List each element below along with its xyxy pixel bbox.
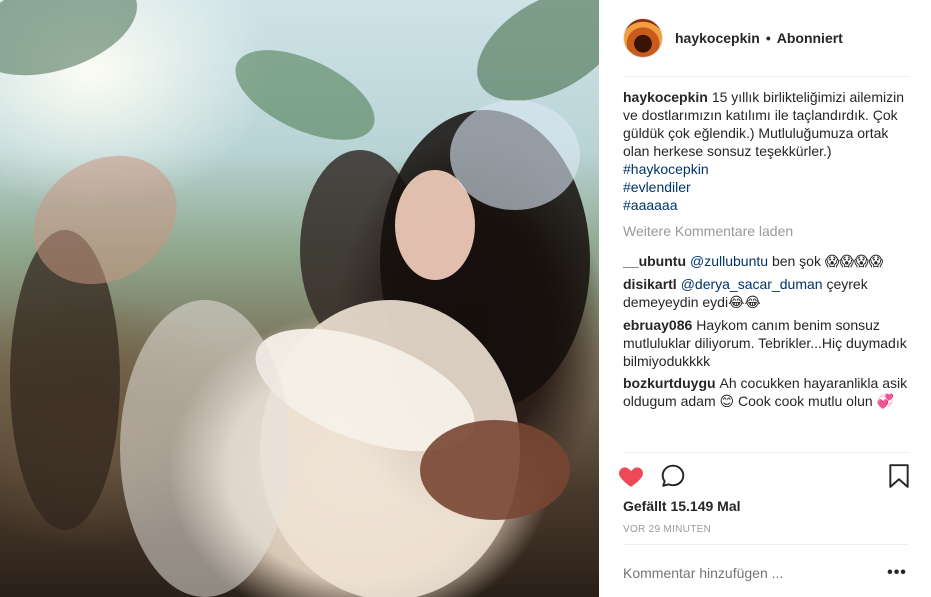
actions-divider bbox=[623, 452, 909, 453]
comment: __ubuntu @zullubuntu ben şok 😱😱😱😱 bbox=[623, 252, 909, 271]
more-options-icon[interactable]: ••• bbox=[885, 564, 909, 582]
comment-input[interactable] bbox=[623, 565, 885, 581]
header-separator: • bbox=[765, 30, 771, 46]
caption: haykocepkin 15 yıllık birlikteliğimizi ai… bbox=[623, 88, 909, 214]
groom-hand bbox=[420, 420, 570, 520]
follow-status-button[interactable]: Abonniert bbox=[777, 30, 843, 46]
comment-mention[interactable]: @zullubuntu bbox=[690, 253, 768, 269]
comment-divider bbox=[623, 544, 909, 545]
header-username[interactable]: haykocepkin bbox=[675, 30, 760, 46]
comment-username[interactable]: bozkurtduygu bbox=[623, 375, 716, 391]
like-button[interactable] bbox=[615, 460, 647, 492]
header-text: haykocepkin • Abonniert bbox=[675, 30, 843, 46]
palm-leaf-center bbox=[222, 31, 388, 159]
comment-emoji: 😱😱😱😱 bbox=[824, 254, 884, 270]
comment-mention[interactable]: @derya_sacar_duman bbox=[681, 276, 823, 292]
bookmark-icon bbox=[889, 464, 909, 488]
palm-leaf-left bbox=[0, 0, 150, 95]
heart-icon bbox=[619, 467, 643, 487]
comments-list: haykocepkin 15 yıllık birlikteliğimizi ai… bbox=[623, 88, 909, 415]
sleeve-veil bbox=[120, 300, 290, 597]
comment: ebruay086 Haykom canım benim sonsuz mutlu… bbox=[623, 316, 909, 370]
post-photo[interactable] bbox=[0, 0, 599, 597]
add-comment-bar: ••• bbox=[623, 555, 909, 591]
comment-emoji: 😂😂 bbox=[728, 295, 761, 311]
post-sidebar: haykocepkin • Abonniert haykocepkin 15 yı… bbox=[599, 0, 931, 597]
comment-username[interactable]: ebruay086 bbox=[623, 317, 692, 333]
load-more-comments[interactable]: Weitere Kommentare laden bbox=[623, 222, 909, 240]
comment-button[interactable] bbox=[657, 460, 689, 492]
save-button[interactable] bbox=[883, 460, 915, 492]
comment-username[interactable]: __ubuntu bbox=[623, 253, 686, 269]
hashtag-link[interactable]: #aaaaaa bbox=[623, 196, 909, 214]
hashtag-link[interactable]: #haykocepkin bbox=[623, 160, 909, 178]
comment-text: ben şok bbox=[771, 253, 821, 269]
comment-emoji: 💞 bbox=[876, 394, 894, 410]
header-divider bbox=[623, 76, 909, 77]
comment-icon bbox=[661, 464, 685, 487]
caption-username[interactable]: haykocepkin bbox=[623, 89, 708, 105]
comment: disikartl @derya_sacar_duman çeyrek demey… bbox=[623, 275, 909, 312]
post-header: haykocepkin • Abonniert bbox=[623, 18, 909, 58]
comment: bozkurtduygu Ah cocukken hayaranlikla asi… bbox=[623, 374, 909, 411]
hashtag-link[interactable]: #evlendiler bbox=[623, 178, 909, 196]
comment-emoji: 😊 bbox=[719, 394, 735, 410]
bride-veil bbox=[450, 100, 580, 210]
comment-username[interactable]: disikartl bbox=[623, 276, 677, 292]
avatar[interactable] bbox=[623, 18, 663, 58]
likes-count[interactable]: Gefällt 15.149 Mal bbox=[623, 498, 741, 514]
post-timestamp[interactable]: VOR 29 MINUTEN bbox=[623, 524, 711, 535]
action-bar bbox=[615, 460, 915, 492]
comment-text: Cook cook mutlu olun bbox=[738, 393, 873, 409]
